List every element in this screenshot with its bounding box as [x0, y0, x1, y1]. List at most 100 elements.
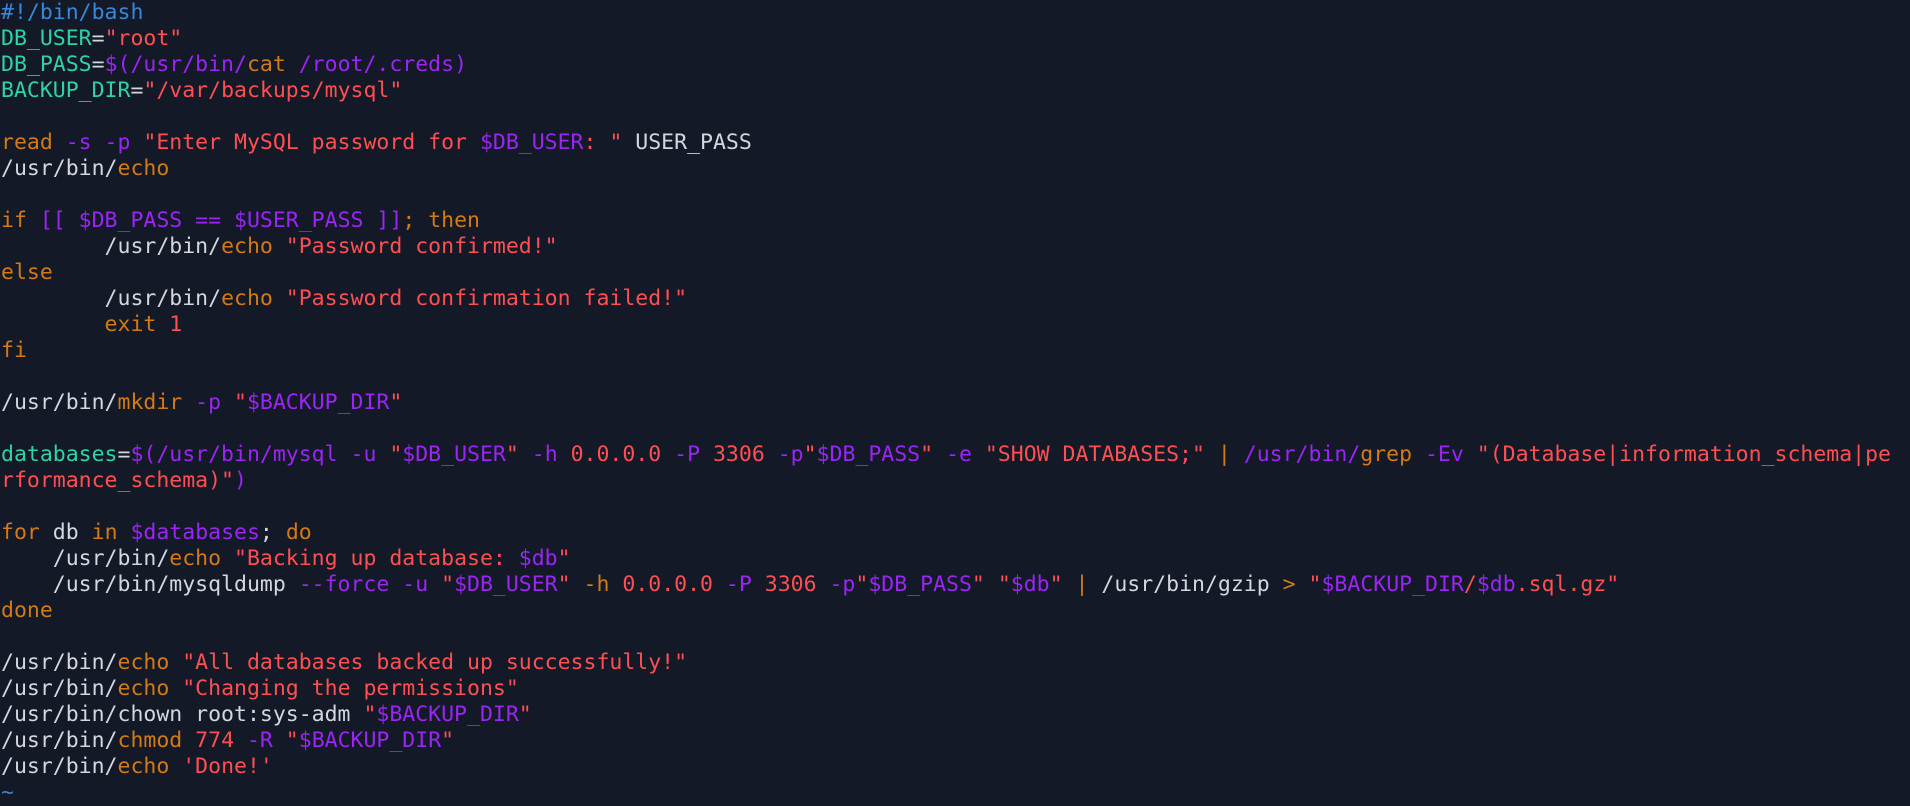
code-token: 774	[182, 728, 235, 753]
code-line[interactable]: /usr/bin/echo "Backing up database: $db"	[0, 546, 1910, 572]
code-line[interactable]: if [[ $DB_PASS == $USER_PASS ]]; then	[0, 208, 1910, 234]
code-token: )	[234, 468, 247, 493]
code-line[interactable]: read -s -p "Enter MySQL password for $DB…	[0, 130, 1910, 156]
code-token: -P	[661, 442, 713, 467]
code-line[interactable]: /usr/bin/mkdir -p "$BACKUP_DIR"	[0, 390, 1910, 416]
code-token: "Changing the permissions"	[182, 676, 519, 701]
code-line[interactable]: /usr/bin/echo "All databases backed up s…	[0, 650, 1910, 676]
code-line[interactable]: rformance_schema)")	[0, 468, 1910, 494]
code-token: "(Database|information_schema|pe	[1476, 442, 1891, 467]
code-line[interactable]: for db in $databases; do	[0, 520, 1910, 546]
code-line[interactable]	[0, 416, 1910, 442]
code-token: /usr/bin/	[1, 728, 118, 753]
code-token: [[	[26, 208, 79, 233]
code-line[interactable]: exit 1	[0, 312, 1910, 338]
code-token: "	[803, 442, 817, 467]
code-line[interactable]	[0, 624, 1910, 650]
code-line[interactable]: /usr/bin/echo "Password confirmed!"	[0, 234, 1910, 260]
code-line[interactable]: BACKUP_DIR="/var/backups/mysql"	[0, 78, 1910, 104]
code-token: "	[389, 390, 403, 415]
code-line[interactable]: else	[0, 260, 1910, 286]
code-line[interactable]: /usr/bin/echo "Password confirmation fai…	[0, 286, 1910, 312]
code-token: in	[91, 520, 118, 545]
code-line[interactable]: done	[0, 598, 1910, 624]
code-token: "	[971, 572, 985, 597]
code-token: echo	[221, 286, 273, 311]
code-line[interactable]	[0, 364, 1910, 390]
code-token: -s -p	[52, 130, 144, 155]
code-token: mkdir	[117, 390, 183, 415]
code-line[interactable]: /usr/bin/chown root:sys-adm "$BACKUP_DIR…	[0, 702, 1910, 728]
code-token: "	[285, 728, 299, 753]
code-line[interactable]: DB_PASS=$(/usr/bin/cat /root/.creds)	[0, 52, 1910, 78]
code-token: -R	[234, 728, 286, 753]
code-token: /usr/bin/	[1, 754, 118, 779]
code-token: "	[855, 572, 869, 597]
code-token: echo	[117, 650, 170, 675]
code-token: "All databases backed up successfully!"	[182, 650, 688, 675]
code-token: -h	[518, 442, 571, 467]
empty-line-marker: ~	[1, 780, 14, 805]
code-token: /usr/bin/	[1, 650, 118, 675]
code-token: /usr/bin/	[1, 546, 170, 571]
code-token: /usr/bin/chown root:sys-adm	[1, 702, 364, 727]
code-token: $(/usr/bin/mysql -u	[130, 442, 390, 467]
code-token: /usr/bin/mysqldump	[1, 572, 286, 597]
code-token: then	[428, 208, 480, 233]
code-token: echo	[221, 234, 273, 259]
code-line[interactable]: fi	[0, 338, 1910, 364]
code-token: : "	[583, 130, 623, 155]
code-token: ;	[402, 208, 429, 233]
code-token: $BACKUP_DIR	[246, 390, 390, 415]
code-line[interactable]: /usr/bin/echo 'Done!'	[0, 754, 1910, 780]
code-token: /usr/bin/gzip	[1101, 572, 1270, 597]
code-token: =	[91, 26, 105, 51]
code-token: ==	[182, 208, 235, 233]
code-token: "	[997, 572, 1011, 597]
code-token: "	[557, 546, 571, 571]
code-token: "Password confirmed!"	[285, 234, 558, 259]
code-line[interactable]	[0, 494, 1910, 520]
code-line[interactable]	[0, 182, 1910, 208]
code-token: echo	[117, 754, 170, 779]
code-token: =	[117, 442, 131, 467]
code-token: $DB_USER	[454, 572, 558, 597]
code-token: ;	[259, 520, 286, 545]
code-token: echo	[169, 546, 222, 571]
code-token: $DB_PASS	[816, 442, 921, 467]
code-token: else	[1, 260, 53, 285]
code-token: |	[1062, 572, 1102, 597]
code-line[interactable]: databases=$(/usr/bin/mysql -u "$DB_USER"…	[0, 442, 1910, 468]
code-token: do	[285, 520, 312, 545]
code-line[interactable]: /usr/bin/chmod 774 -R "$BACKUP_DIR"	[0, 728, 1910, 754]
code-token: "	[389, 442, 403, 467]
code-token: DB_PASS	[1, 52, 92, 77]
code-token: 'Done!'	[182, 754, 273, 779]
code-line[interactable]: /usr/bin/echo	[0, 156, 1910, 182]
code-token: $databases	[130, 520, 260, 545]
code-token: -Ev	[1412, 442, 1477, 467]
code-line[interactable]: #!/bin/bash	[0, 0, 1910, 26]
code-token: $DB_PASS	[868, 572, 972, 597]
code-token: "	[505, 442, 519, 467]
code-token: "	[234, 390, 247, 415]
code-token: "Enter MySQL password for	[143, 130, 480, 155]
code-token: fi	[1, 338, 27, 363]
code-token: exit	[1, 312, 157, 337]
code-token: databases	[1, 442, 118, 467]
code-line[interactable]: ~	[0, 780, 1910, 806]
code-line[interactable]: /usr/bin/mysqldump --force -u "$DB_USER"…	[0, 572, 1910, 598]
editor-buffer[interactable]: #!/bin/bash DB_USER="root" DB_PASS=$(/usr/…	[0, 0, 1910, 806]
code-token: -h	[570, 572, 623, 597]
code-line[interactable]	[0, 104, 1910, 130]
code-token: /usr/bin/	[1, 390, 118, 415]
code-line[interactable]: DB_USER="root"	[0, 26, 1910, 52]
code-token: "	[1308, 572, 1322, 597]
code-token: echo	[117, 676, 170, 701]
code-line[interactable]: /usr/bin/echo "Changing the permissions"	[0, 676, 1910, 702]
code-token: $DB_USER	[479, 130, 584, 155]
